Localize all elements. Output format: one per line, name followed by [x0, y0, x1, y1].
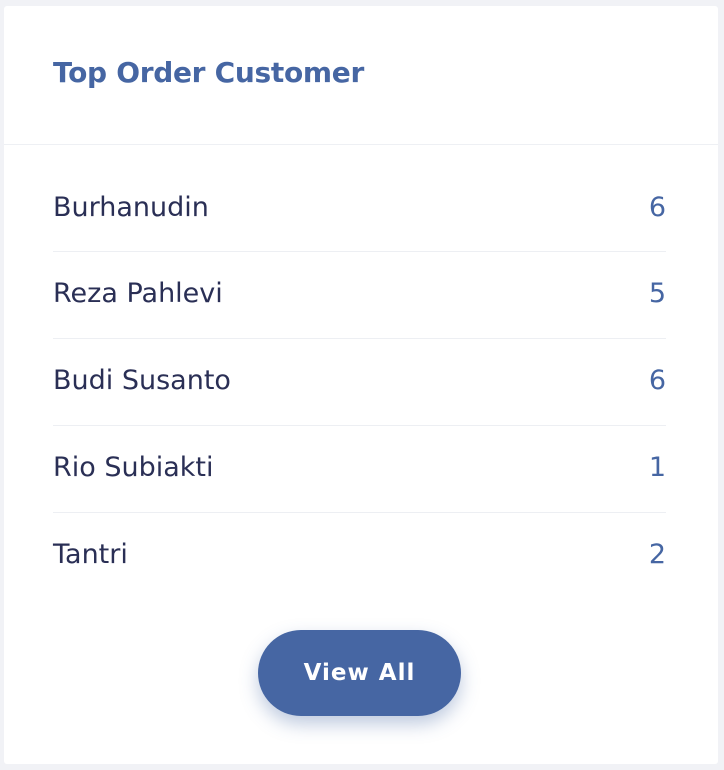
- customer-name: Tantri: [53, 539, 128, 570]
- customer-list: Burhanudin 6 Reza Pahlevi 5 Budi Susanto…: [53, 166, 666, 600]
- list-item: Budi Susanto 6: [53, 339, 666, 426]
- order-count: 5: [648, 278, 666, 309]
- customer-name: Budi Susanto: [53, 365, 231, 396]
- order-count: 6: [648, 192, 666, 223]
- card-header: Top Order Customer: [4, 6, 718, 145]
- card-title: Top Order Customer: [53, 56, 364, 89]
- list-item: Reza Pahlevi 5: [53, 252, 666, 339]
- order-count: 2: [648, 539, 666, 570]
- order-count: 6: [648, 365, 666, 396]
- top-order-customer-card: Top Order Customer Burhanudin 6 Reza Pah…: [4, 6, 718, 764]
- list-item: Burhanudin 6: [53, 166, 666, 252]
- customer-name: Reza Pahlevi: [53, 278, 223, 309]
- list-item: Tantri 2: [53, 513, 666, 600]
- view-all-button[interactable]: View All: [258, 630, 461, 716]
- list-item: Rio Subiakti 1: [53, 426, 666, 513]
- customer-name: Rio Subiakti: [53, 452, 214, 483]
- customer-name: Burhanudin: [53, 192, 209, 223]
- order-count: 1: [648, 452, 666, 483]
